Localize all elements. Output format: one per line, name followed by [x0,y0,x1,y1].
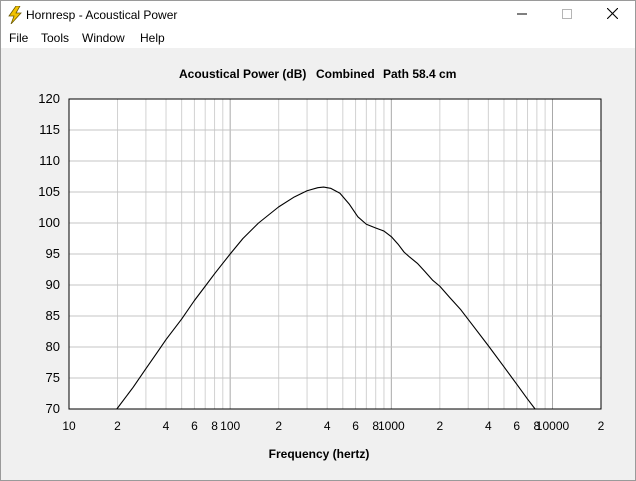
menu-window[interactable]: Window [82,31,125,45]
chart-title-path: Path 58.4 cm [383,67,456,81]
minimize-icon [517,6,527,24]
maximize-button[interactable] [544,1,590,29]
x-tick-labels: 10 2 4 6 8 100 2 4 6 81000 2 4 6 810000 2 [62,419,604,433]
menu-tools[interactable]: Tools [41,31,69,45]
y-tick-labels: 70 75 80 85 90 95 100 105 110 115 120 [38,91,60,416]
window-title: Hornresp - Acoustical Power [26,8,178,22]
y-tick-label: 110 [39,153,60,168]
y-tick-label: 115 [39,122,60,137]
x-tick-label: 2 [114,419,121,433]
x-tick-label: 10 [62,419,76,433]
menu-file[interactable]: File [9,31,28,45]
maximize-icon [562,6,572,24]
hornresp-window: Hornresp - Acoustical Power File Tools W… [0,0,636,481]
x-tick-label: 10000 [536,419,570,433]
y-tick-label: 85 [46,308,60,323]
x-tick-label: 1000 [378,419,405,433]
x-tick-label: 8 [211,419,218,433]
x-tick-label: 6 [513,419,520,433]
x-tick-label: 2 [598,419,605,433]
x-tick-label: 4 [163,419,170,433]
y-tick-label: 100 [38,215,60,230]
y-tick-label: 90 [46,277,60,292]
close-button[interactable] [589,1,635,29]
y-tick-label: 70 [46,401,60,416]
menu-help[interactable]: Help [140,31,165,45]
y-tick-label: 120 [38,91,60,106]
x-axis-label: Frequency (hertz) [269,447,370,461]
x-tick-label: 4 [485,419,492,433]
chart-title-mode: Combined [316,67,375,81]
chart-area: Acoustical Power (dB) Combined Path 58.4… [1,48,635,480]
y-tick-label: 75 [46,370,60,385]
x-tick-label: 6 [352,419,359,433]
chart-title: Acoustical Power (dB) Combined Path 58.4… [179,67,456,81]
x-tick-label: 2 [436,419,443,433]
x-tick-label: 2 [275,419,282,433]
y-tick-label: 80 [46,339,60,354]
x-tick-label: 4 [324,419,331,433]
title-bar[interactable]: Hornresp - Acoustical Power [1,1,635,29]
acoustical-power-chart: Acoustical Power (dB) Combined Path 58.4… [38,67,604,461]
close-icon [606,6,618,24]
minimize-button[interactable] [499,1,545,29]
menu-bar: File Tools Window Help [1,29,635,48]
y-tick-label: 95 [46,246,60,261]
lightning-bolt-icon [7,5,23,25]
x-tick-label: 100 [220,419,240,433]
x-tick-label: 6 [191,419,198,433]
y-tick-label: 105 [38,184,60,199]
chart-title-measure: Acoustical Power (dB) [179,67,306,81]
